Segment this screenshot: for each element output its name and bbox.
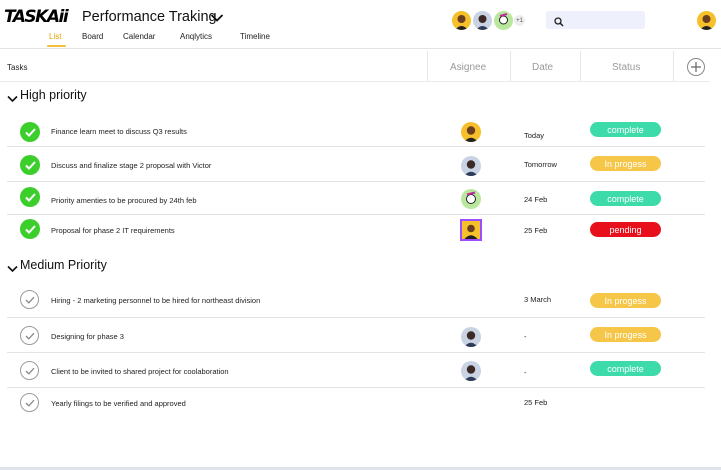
status-badge[interactable]: complete — [590, 122, 661, 137]
avatar[interactable] — [452, 11, 471, 30]
column-divider — [580, 51, 581, 82]
task-date: 24 Feb — [524, 195, 548, 204]
status-badge[interactable]: In progess — [590, 293, 661, 308]
task-title[interactable]: Yearly filings to be verified and approv… — [51, 399, 186, 408]
tab-analytics[interactable]: Anqlytics — [180, 32, 212, 41]
column-header-assignee: Asignee — [450, 62, 487, 73]
avatar[interactable] — [461, 156, 481, 176]
status-badge[interactable]: In progess — [590, 327, 661, 342]
column-divider — [510, 51, 511, 82]
check-icon[interactable] — [20, 187, 40, 207]
avatar[interactable] — [461, 327, 481, 347]
task-date: 25 Feb — [524, 226, 548, 235]
app-logo: TASKAii — [4, 7, 69, 27]
add-column-button[interactable] — [687, 58, 705, 76]
task-date: - — [524, 368, 527, 377]
tab-calendar[interactable]: Calendar — [123, 32, 155, 41]
task-title[interactable]: Proposal for phase 2 IT requirements — [51, 226, 175, 235]
check-icon[interactable] — [20, 326, 39, 345]
task-title[interactable]: Finance learn meet to discuss Q3 results — [51, 127, 187, 136]
header-divider — [0, 48, 721, 49]
column-divider — [427, 51, 428, 82]
column-header-status: Status — [612, 62, 641, 73]
chevron-down-icon[interactable] — [7, 90, 18, 108]
section-title-high-priority[interactable]: High priority — [20, 88, 87, 102]
row-divider — [7, 352, 705, 353]
task-title[interactable]: Client to be invited to shared project f… — [51, 367, 229, 376]
avatar[interactable] — [473, 11, 492, 30]
status-badge[interactable]: complete — [590, 191, 661, 206]
column-divider — [673, 51, 674, 82]
check-icon[interactable] — [20, 393, 39, 412]
table-header-divider — [0, 81, 710, 82]
check-icon[interactable] — [20, 155, 40, 175]
check-icon[interactable] — [20, 122, 40, 142]
task-title[interactable]: Priority amenties to be procured by 24th… — [51, 196, 197, 205]
tab-board[interactable]: Board — [82, 32, 103, 41]
chevron-down-icon[interactable] — [210, 10, 224, 28]
check-icon[interactable] — [20, 361, 39, 380]
task-title[interactable]: Hiring - 2 marketing personnel to be hir… — [51, 296, 260, 305]
avatar[interactable] — [494, 11, 513, 30]
column-header-tasks: Tasks — [7, 63, 28, 72]
row-divider — [7, 181, 705, 182]
check-icon[interactable] — [20, 219, 40, 239]
tab-list[interactable]: List — [49, 32, 61, 41]
check-icon[interactable] — [20, 290, 39, 309]
status-badge[interactable]: In progess — [590, 156, 661, 171]
task-date: - — [524, 332, 527, 341]
column-header-date: Date — [532, 62, 554, 73]
avatar[interactable] — [460, 219, 482, 241]
more-members-count[interactable]: +1 — [514, 15, 525, 26]
row-divider — [7, 317, 705, 318]
task-title[interactable]: Designing for phase 3 — [51, 332, 124, 341]
plus-icon — [691, 62, 701, 72]
user-avatar[interactable] — [697, 11, 716, 30]
tab-timeline[interactable]: Timeline — [240, 32, 270, 41]
task-title[interactable]: Discuss and finalize stage 2 proposal wi… — [51, 161, 211, 170]
avatar[interactable] — [461, 122, 481, 142]
search-icon — [554, 14, 564, 32]
task-date: Today — [524, 131, 545, 140]
status-badge[interactable]: pending — [590, 222, 661, 237]
task-date: 3 March — [524, 295, 552, 304]
status-badge[interactable]: complete — [590, 361, 661, 376]
chevron-down-icon[interactable] — [7, 260, 18, 278]
task-date: Tomorrow — [524, 160, 557, 169]
avatar[interactable] — [461, 189, 481, 209]
section-title-medium-priority[interactable]: Medium Priority — [20, 258, 107, 272]
project-title[interactable]: Performance Traking — [82, 9, 217, 25]
active-tab-indicator — [47, 45, 66, 47]
app-root: TASKAii Performance Traking List Board C… — [0, 0, 721, 470]
row-divider — [7, 146, 705, 147]
task-date: 25 Feb — [524, 398, 548, 407]
row-divider — [7, 387, 705, 388]
avatar[interactable] — [461, 361, 481, 381]
row-divider — [7, 214, 705, 215]
